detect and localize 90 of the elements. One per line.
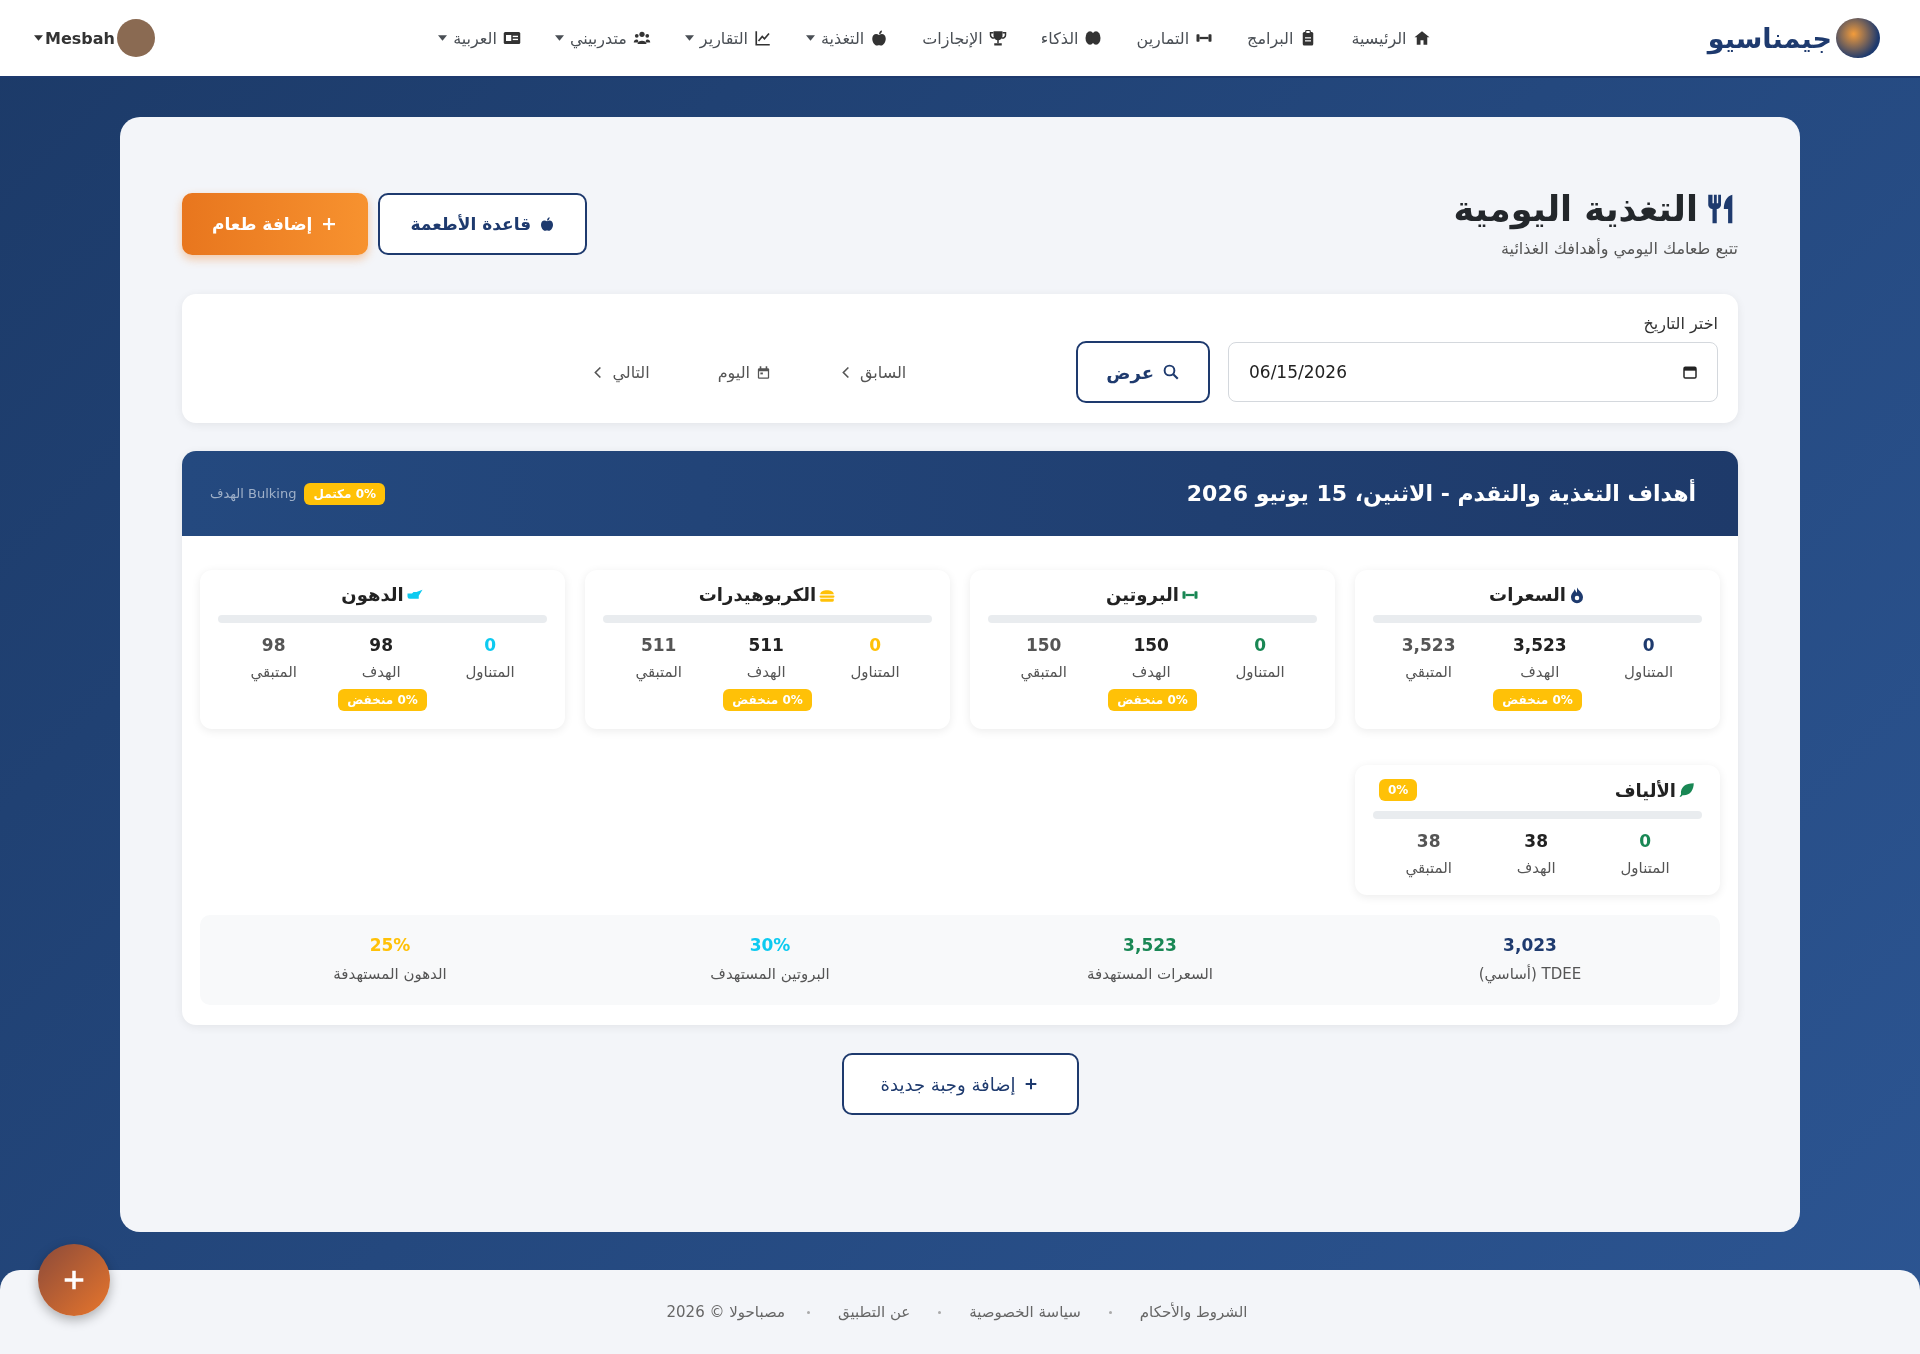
stat-value: 98 [261,635,286,655]
stat-label: المتبقي [1020,663,1067,681]
brand-name[interactable]: جيمناسيو [1707,22,1832,54]
stat-label: المتناول [1624,663,1674,681]
add-meal-button[interactable]: إضافة وجبة جديدة [841,1053,1079,1115]
stat-label: المتناول [465,663,515,681]
stat-value: 3,523 [1512,635,1567,655]
line-chart-icon [753,29,772,47]
page-title: التغذية اليومية [1453,189,1698,229]
date-nav-link[interactable]: التالي [585,361,656,383]
stat-value: 150 [1025,635,1062,655]
page-subtitle: تتبع طعامك اليومي وأهدافك الغذائية [1500,239,1738,258]
status-badge: 0% منخفض [1108,689,1197,711]
nav-item[interactable]: البرامج [1247,24,1318,52]
footer-link[interactable]: سياسة الخصوصية [963,1302,1087,1322]
calendar-icon [756,364,771,380]
stat-value: 0 [1642,635,1655,655]
summary-label: السعرات المستهدفة [1087,965,1213,983]
stat-label: المتبقي [1405,663,1452,681]
summary-value: 25% [369,935,411,955]
stat-value: 0 [1254,635,1266,655]
date-nav-link[interactable]: السابق [833,361,913,383]
home-icon [1412,29,1431,47]
stat-value: 3,523 [1401,635,1456,655]
goal-text: الهدف Bulking [210,486,297,501]
search-icon [1162,363,1180,381]
stat-label: المتناول [1235,663,1285,681]
nav-item[interactable]: الذكاء [1040,24,1103,52]
summary-label: الدهون المستهدفة [333,965,447,983]
date-nav-link[interactable]: اليوم [711,361,777,383]
calendar-icon [1682,364,1698,380]
status-badge: 0% منخفض [1493,689,1582,711]
macro-title: الكربوهيدرات [698,584,817,605]
stat-label: المتناول [1620,859,1670,877]
stat-label: المتبقي [250,663,297,681]
summary-label: TDEE (أساسي) [1478,965,1582,983]
add-fab[interactable] [38,1244,110,1316]
copyright: مصباحولا © 2026 [666,1303,785,1321]
stat-value: 98 [369,635,394,655]
trophy-icon [988,29,1007,47]
stat-label: الهدف [746,663,786,681]
date-field[interactable]: 06/15/2026 [1228,342,1718,402]
completion-badge: 0% مكتمل [304,482,386,505]
stat-value: 0 [484,635,496,655]
stat-label: الهدف [1131,663,1171,681]
summary-value: 30% [749,935,791,955]
apple-icon [870,29,889,47]
stat-value: 0 [1639,831,1651,851]
footer-link[interactable]: الشروط والأحكام [1133,1302,1254,1322]
nav-item[interactable]: التغذية [805,24,889,52]
nav-item[interactable]: العربية [438,24,521,52]
status-badge: 0% منخفض [338,689,427,711]
footer-link[interactable]: عن التطبيق [832,1302,917,1322]
stat-label: الهدف [361,663,401,681]
stat-label: المتبقي [635,663,682,681]
nav-item[interactable]: الإنجازات [922,24,1007,52]
summary-value: 3,023 [1503,935,1557,955]
nav-item[interactable]: التقارير [684,24,772,52]
user-menu[interactable]: Mesbah [28,18,161,58]
avatar-icon [116,19,155,57]
summary-label: البروتين المستهدف [710,965,830,983]
macro-title: الألياف [1614,779,1676,801]
show-button[interactable]: عرض [1076,341,1210,403]
stat-value: 511 [640,635,677,655]
stat-value: 150 [1133,635,1169,655]
summary-value: 3,523 [1123,935,1177,955]
brain-icon [1084,29,1103,47]
macro-title: السعرات [1489,584,1566,605]
status-badge: 0% [1379,779,1418,801]
stat-value: 38 [1524,831,1549,851]
language-icon [502,29,521,47]
nav-item[interactable]: الرئيسية [1351,24,1431,52]
stat-label: الهدف [1520,663,1560,681]
nav-item[interactable]: التمارين [1136,24,1214,52]
stat-value: 0 [869,635,881,655]
stat-value: 511 [748,635,784,655]
stat-label: الهدف [1516,859,1556,877]
users-icon [632,29,651,47]
macro-title: الدهون [341,584,404,605]
stat-label: المتناول [850,663,900,681]
stat-label: المتبقي [1405,859,1452,877]
goals-title: أهداف التغذية والتقدم - الاثنين، 15 يونيو 2026 [1186,481,1696,506]
food-database-button[interactable]: قاعدة الأطعمة [378,193,588,255]
macro-title: البروتين [1106,584,1179,605]
logo-icon [1836,18,1880,58]
apple-icon [539,216,556,232]
status-badge: 0% منخفض [723,689,812,711]
date-label: اختر التاريخ [1642,314,1718,333]
nav-item[interactable]: متدربيني [554,24,651,52]
stat-value: 38 [1416,831,1441,851]
